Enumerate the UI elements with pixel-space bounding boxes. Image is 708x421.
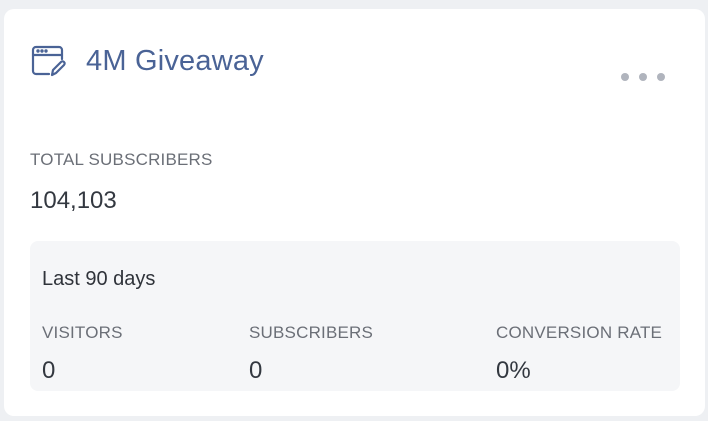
- stat-value: 0: [42, 357, 56, 384]
- more-dot-icon: [639, 73, 647, 81]
- stat-value: 0%: [496, 357, 531, 384]
- campaign-title-link[interactable]: 4M Giveaway: [30, 43, 264, 79]
- total-subscribers-label: TOTAL SUBSCRIBERS: [30, 150, 213, 169]
- more-dot-icon: [657, 73, 665, 81]
- stats-panel: Last 90 days VISITORS 0 SUBSCRIBERS 0 CO…: [30, 241, 680, 391]
- campaign-card: 4M Giveaway TOTAL SUBSCRIBERS 104,103 La…: [4, 9, 705, 416]
- campaign-title: 4M Giveaway: [86, 45, 264, 77]
- stat-label: SUBSCRIBERS: [249, 323, 374, 342]
- stat-conversion-rate: CONVERSION RATE 0%: [496, 323, 662, 385]
- more-options-button[interactable]: [621, 65, 665, 89]
- total-subscribers-value: 104,103: [30, 187, 117, 214]
- stats-period: Last 90 days: [42, 268, 156, 290]
- stat-subscribers: SUBSCRIBERS 0: [249, 323, 373, 385]
- more-dot-icon: [621, 73, 629, 81]
- stat-visitors: VISITORS 0: [42, 323, 123, 385]
- stat-label: VISITORS: [42, 323, 123, 342]
- browser-edit-icon: [30, 43, 66, 79]
- stat-label: CONVERSION RATE: [496, 323, 663, 342]
- stat-value: 0: [249, 357, 263, 384]
